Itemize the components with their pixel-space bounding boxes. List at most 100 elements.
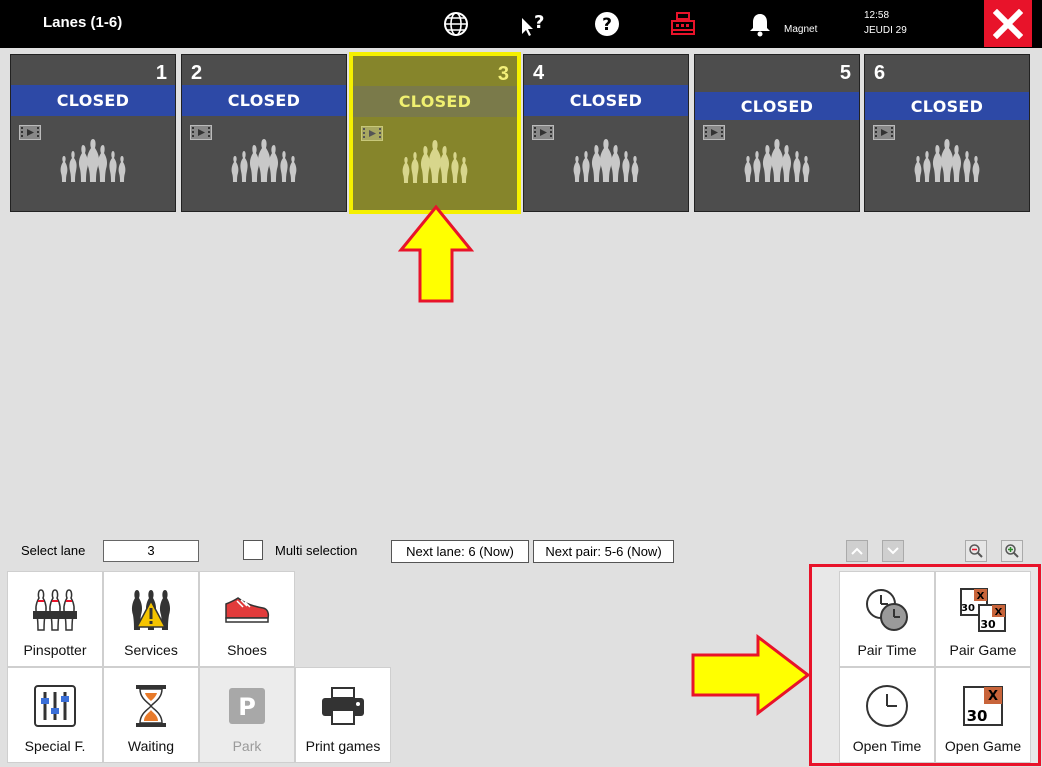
bowling-pins-icon	[573, 139, 639, 182]
open-game-score: 30	[967, 707, 988, 725]
lane-number: 3	[497, 63, 509, 85]
clock-time: 12:58	[864, 10, 890, 21]
sliders-icon	[34, 685, 76, 727]
clock-icon	[866, 685, 908, 727]
pair-game-icon: X30 X30	[960, 588, 1006, 632]
chevron-down-icon	[887, 547, 899, 555]
lane-status: CLOSED	[353, 86, 517, 117]
lane-tile-6[interactable]: 6 CLOSED	[864, 54, 1030, 212]
park-icon: P	[229, 688, 265, 724]
special-functions-button[interactable]: Special F.	[7, 667, 103, 763]
svg-text:P: P	[238, 693, 256, 721]
close-icon	[993, 8, 1023, 39]
annotation-arrow-right	[691, 634, 811, 716]
lane-status: CLOSED	[695, 92, 859, 120]
print-games-button[interactable]: Print games	[295, 667, 391, 763]
pinspotter-icon	[33, 589, 77, 631]
lane-number: 1	[155, 62, 167, 84]
open-time-button[interactable]: Open Time	[839, 667, 935, 763]
video-icon	[532, 125, 554, 140]
clock: 12:58 JEUDI 29	[864, 8, 907, 38]
services-warning-icon	[131, 590, 171, 630]
services-button[interactable]: Services	[103, 571, 199, 667]
video-icon	[873, 125, 895, 140]
open-game-icon: X30	[963, 686, 1003, 726]
lane-tile-3[interactable]: 3 CLOSED	[349, 52, 521, 214]
pair-game-button[interactable]: X 30 X 30 Pair Game	[935, 571, 1031, 667]
park-label: Park	[232, 738, 262, 754]
clock-date: JEUDI 29	[864, 25, 907, 36]
multi-selection-checkbox[interactable]	[243, 540, 263, 560]
open-time-label: Open Time	[852, 738, 922, 754]
multi-selection-label: Multi selection	[275, 543, 358, 558]
open-game-mark: X	[988, 689, 998, 704]
cash-register-icon[interactable]	[668, 9, 698, 39]
bowling-pins-icon	[402, 140, 468, 183]
zoom-out-icon	[969, 544, 983, 558]
lane-status: CLOSED	[524, 85, 688, 116]
lane-number: 5	[839, 62, 851, 84]
svg-text:?: ?	[602, 15, 612, 35]
help-icon[interactable]: ?	[592, 9, 622, 39]
waiting-label: Waiting	[127, 738, 175, 754]
scroll-up-button[interactable]	[846, 540, 868, 562]
shoes-button[interactable]: Shoes	[199, 571, 295, 667]
lanes-area: 1 CLOSED 2 CLOSED 3 CLOSED 4 CLOSED 5 CL…	[8, 48, 1034, 538]
pair-game-mark-2: X	[995, 607, 1003, 618]
pointer-help-icon[interactable]: ?	[517, 9, 547, 39]
bell-icon[interactable]	[745, 9, 775, 39]
pair-clock-icon	[866, 589, 908, 631]
chevron-up-icon	[851, 547, 863, 555]
globe-icon[interactable]	[441, 9, 471, 39]
close-button[interactable]	[984, 0, 1032, 47]
lane-number: 6	[874, 62, 886, 84]
lane-number: 4	[533, 62, 545, 84]
svg-text:?: ?	[534, 12, 544, 33]
bowling-pins-icon	[231, 139, 297, 182]
pinspotter-label: Pinspotter	[23, 642, 87, 658]
lane-status: CLOSED	[865, 92, 1029, 120]
select-lane-input[interactable]: 3	[103, 540, 199, 562]
services-label: Services	[124, 642, 178, 658]
pair-game-label: Pair Game	[949, 642, 1017, 658]
video-icon	[19, 125, 41, 140]
shoes-label: Shoes	[227, 642, 267, 658]
video-icon	[190, 125, 212, 140]
magnet-label: Magnet	[784, 24, 818, 35]
lane-tile-5[interactable]: 5 CLOSED	[694, 54, 860, 212]
lane-tile-4[interactable]: 4 CLOSED	[523, 54, 689, 212]
pinspotter-button[interactable]: Pinspotter	[7, 571, 103, 667]
printer-icon	[322, 687, 364, 725]
hourglass-icon	[136, 685, 166, 727]
select-lane-label: Select lane	[21, 543, 86, 558]
pair-game-score-1: 30	[961, 603, 975, 614]
zoom-out-button[interactable]	[965, 540, 987, 562]
open-game-label: Open Game	[944, 738, 1022, 754]
lane-tile-2[interactable]: 2 CLOSED	[181, 54, 347, 212]
zoom-in-icon	[1005, 544, 1019, 558]
open-game-button[interactable]: X 30 Open Game	[935, 667, 1031, 763]
lane-status: CLOSED	[11, 85, 175, 116]
next-lane-button[interactable]: Next lane: 6 (Now)	[391, 540, 529, 563]
lane-tile-1[interactable]: 1 CLOSED	[10, 54, 176, 212]
zoom-in-button[interactable]	[1001, 540, 1023, 562]
pair-time-label: Pair Time	[857, 642, 917, 658]
special-functions-label: Special F.	[24, 738, 86, 754]
bowling-pins-icon	[914, 139, 980, 182]
scroll-down-button[interactable]	[882, 540, 904, 562]
shoe-icon	[225, 597, 270, 623]
print-games-label: Print games	[305, 738, 381, 754]
lane-number: 2	[191, 62, 203, 84]
video-icon	[703, 125, 725, 140]
top-bar: Lanes (1-6) ? ? Magnet 12:58 JEUDI 29	[0, 0, 1042, 48]
bowling-pins-icon	[744, 139, 810, 182]
lane-status: CLOSED	[182, 85, 346, 116]
pair-game-mark-1: X	[977, 591, 985, 602]
next-pair-button[interactable]: Next pair: 5-6 (Now)	[533, 540, 674, 563]
pair-game-score-2: 30	[980, 618, 996, 631]
park-button[interactable]: P Park	[199, 667, 295, 763]
bowling-pins-icon	[60, 139, 126, 182]
page-title: Lanes (1-6)	[43, 14, 123, 31]
pair-time-button[interactable]: Pair Time	[839, 571, 935, 667]
waiting-button[interactable]: Waiting	[103, 667, 199, 763]
